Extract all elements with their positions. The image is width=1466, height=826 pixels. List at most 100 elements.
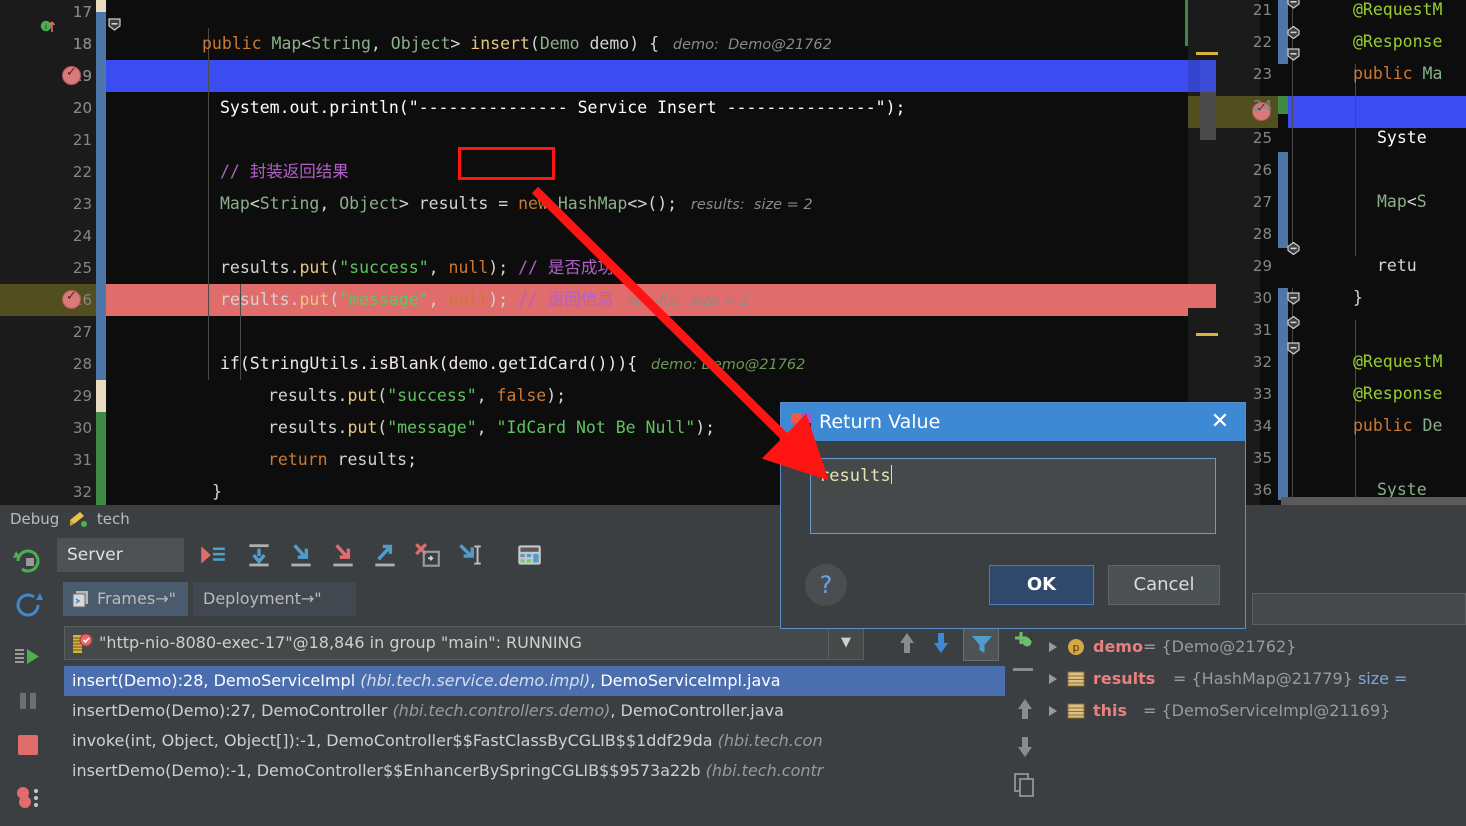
resume-program-icon[interactable] [12, 641, 44, 673]
fold-icon-23[interactable] [1287, 48, 1300, 61]
code-line[interactable]: Map<String, Object> results = new HashMa… [220, 188, 813, 220]
drop-frame-icon[interactable] [412, 541, 442, 569]
vcs-marker-right-2 [1278, 152, 1288, 248]
tab-server[interactable]: Server [57, 538, 184, 572]
code-line[interactable]: Map<S [1377, 186, 1427, 218]
restart-icon[interactable] [12, 589, 44, 621]
execution-line-highlight [106, 60, 1188, 92]
expand-triangle-icon[interactable] [1049, 642, 1057, 652]
code-line[interactable]: results.put("success", null); // 是否成功 [220, 252, 614, 284]
variable-name: demo [1093, 631, 1143, 663]
help-button[interactable]: ? [805, 564, 847, 606]
thread-up-icon[interactable] [893, 628, 921, 658]
marker-warning-2 [1196, 333, 1218, 336]
code-line[interactable]: Syste [1377, 122, 1427, 154]
breakpoint-line-20-icon[interactable] [62, 66, 81, 85]
line-number: 30 [50, 412, 92, 444]
code-line[interactable]: @RequestM [1353, 0, 1442, 26]
frame-package: (hbi.tech.contr [706, 761, 824, 780]
breakpoint-line-28-icon[interactable] [62, 290, 81, 309]
line-number: 20 [50, 92, 92, 124]
code-line[interactable]: results.put("message", null); // 返回信息 re… [220, 284, 749, 316]
fold-icon-22[interactable] [1287, 26, 1300, 39]
frame-package: (hbi.tech.service.demo.impl) [360, 671, 590, 690]
code-line[interactable]: } [212, 476, 222, 505]
expand-triangle-icon[interactable] [1049, 674, 1057, 684]
run-to-cursor-icon[interactable] [454, 541, 484, 569]
code-line[interactable]: if(StringUtils.isBlank(demo.getIdCard())… [220, 348, 805, 380]
step-into-icon[interactable] [286, 541, 316, 569]
frame-row[interactable]: insertDemo(Demo):27, DemoController (hbi… [64, 696, 1005, 726]
cancel-button[interactable]: Cancel [1108, 565, 1220, 605]
ok-button[interactable]: OK [989, 565, 1094, 605]
code-line[interactable]: System.out.println("--------------- Serv… [220, 92, 905, 124]
frame-row[interactable]: insertDemo(Demo):-1, DemoController$$Enh… [64, 756, 1005, 786]
view-breakpoints-icon[interactable] [12, 781, 44, 813]
code-line[interactable]: results.put("message", "IdCard Not Be Nu… [268, 412, 715, 444]
code-line[interactable]: public Map<String, Object> insert(Demo d… [202, 28, 832, 60]
thread-down-icon[interactable] [927, 628, 955, 658]
code-line[interactable]: return results; [268, 444, 417, 476]
run-method-icon[interactable]: i [40, 18, 56, 34]
step-over-icon[interactable] [244, 541, 274, 569]
fold-icon-33[interactable] [1287, 316, 1300, 329]
vcs-marker-added [96, 412, 106, 505]
line-number: 30 [1230, 282, 1272, 314]
code-line[interactable]: public De [1353, 410, 1442, 442]
code-line[interactable]: // 封装返回结果 [220, 156, 349, 188]
move-watch-down-icon[interactable] [1011, 732, 1039, 762]
variable-row[interactable]: this= {DemoServiceImpl@21169} [1045, 695, 1466, 727]
stop-icon[interactable] [12, 729, 44, 761]
frame-row[interactable]: insert(Demo):28, DemoServiceImpl (hbi.te… [64, 666, 1005, 696]
marker-warning-1 [1196, 52, 1218, 55]
code-line[interactable]: retu [1377, 250, 1417, 282]
expand-triangle-icon[interactable] [1049, 706, 1057, 716]
line-number: 31 [50, 444, 92, 476]
filter-frames-button[interactable] [963, 625, 999, 661]
frame-method: insert(Demo):28, DemoServiceImpl [72, 671, 360, 690]
code-line[interactable]: } [1353, 282, 1363, 314]
force-step-into-icon[interactable] [328, 541, 358, 569]
fold-icon-21[interactable] [1287, 0, 1300, 9]
frame-row[interactable]: invoke(int, Object, Object[]):-1, DemoCo… [64, 726, 1005, 756]
thread-dropdown-button[interactable]: ▼ [828, 626, 864, 660]
fold-icon-32[interactable] [1287, 292, 1300, 305]
evaluate-expression-icon[interactable] [514, 541, 544, 569]
remove-watch-icon[interactable] [1013, 668, 1033, 671]
code-line[interactable]: @Response [1353, 26, 1442, 58]
watch-input[interactable] [1252, 593, 1466, 625]
variable-row[interactable]: pdemo= {Demo@21762} [1045, 631, 1466, 663]
frame-method: insertDemo(Demo):27, DemoController [72, 701, 392, 720]
code-line[interactable]: @RequestM [1353, 346, 1442, 378]
code-line[interactable]: public Ma [1353, 58, 1442, 90]
return-value-input[interactable]: results [810, 458, 1216, 534]
object-icon [1067, 670, 1085, 688]
inline-debug-hint: results: size = 2 [614, 293, 750, 309]
fold-collapse-icon[interactable] [108, 18, 121, 31]
vcs-marker-modified-2 [96, 380, 106, 412]
editor-hscrollbar-right[interactable] [1281, 497, 1466, 505]
frame-file: , DemoController.java [610, 701, 784, 720]
frame-package: (hbi.tech.controllers.demo) [392, 701, 610, 720]
thread-selector[interactable]: "http-nio-8080-exec-17"@18,846 in group … [64, 626, 864, 660]
return-value-dialog[interactable]: IJ Return Value ✕ results ? OK Cancel [780, 402, 1246, 629]
pause-program-icon[interactable] [12, 685, 44, 717]
tab-deployment[interactable]: Deployment→" [193, 582, 356, 616]
line-number: 22 [50, 156, 92, 188]
marker-breakpoint-line [1188, 284, 1216, 308]
line-number: 29 [1230, 250, 1272, 282]
line-number: 25 [50, 252, 92, 284]
copy-value-icon[interactable] [1012, 772, 1038, 800]
code-line[interactable]: results.put("success", false); [268, 380, 566, 412]
line-number: 27 [1230, 186, 1272, 218]
variable-row[interactable]: results= {HashMap@21779} size = [1045, 663, 1466, 695]
fold-icon-34[interactable] [1287, 342, 1300, 355]
thread-label: "http-nio-8080-exec-17"@18,846 in group … [99, 627, 582, 659]
close-icon[interactable]: ✕ [1205, 403, 1235, 441]
fold-icon-30[interactable] [1287, 242, 1300, 255]
move-watch-up-icon[interactable] [1011, 694, 1039, 724]
rerun-icon[interactable] [12, 545, 44, 577]
step-out-icon[interactable] [370, 541, 400, 569]
show-execution-point-icon[interactable] [198, 541, 228, 569]
code-line[interactable]: @Response [1353, 378, 1442, 410]
